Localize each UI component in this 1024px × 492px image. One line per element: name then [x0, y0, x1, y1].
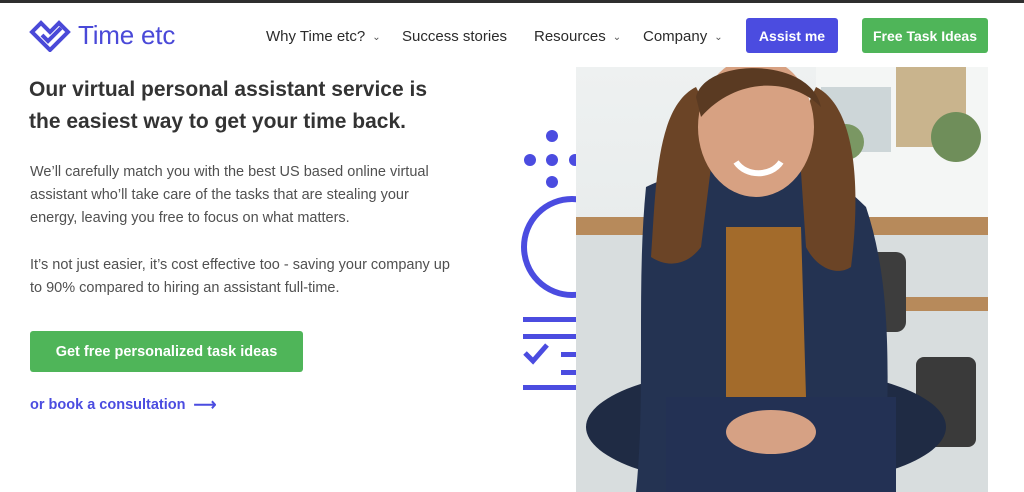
assist-me-button[interactable]: Assist me	[746, 18, 838, 53]
logo-link[interactable]: Time etc	[28, 17, 175, 53]
site-header: Time etc Why Time etc? ⌄ Success stories…	[0, 3, 1024, 67]
nav-company-label: Company	[643, 27, 708, 45]
nav-resources-label: Resources	[534, 27, 606, 45]
hero-headline: Our virtual personal assistant service i…	[29, 78, 428, 133]
hero-paragraph-1: We’ll carefully match you with the best …	[30, 164, 429, 226]
nav-resources[interactable]: Resources ⌄	[534, 25, 621, 47]
hero-paragraph-2: It’s not just easier, it’s cost effectiv…	[30, 257, 450, 296]
brand-name: Time etc	[78, 19, 176, 50]
heart-check-logo-icon	[29, 20, 71, 52]
nav-success-label: Success stories	[402, 27, 508, 45]
nav-why-label: Why Time etc?	[266, 27, 366, 45]
nav-company[interactable]: Company ⌄	[643, 25, 723, 47]
free-task-ideas-button[interactable]: Free Task Ideas	[862, 18, 988, 53]
nav-success-stories[interactable]: Success stories	[402, 25, 507, 47]
book-consultation-link[interactable]: or book a consultation ⟶	[30, 395, 216, 415]
chevron-down-icon: ⌄	[714, 31, 723, 43]
nav-why-time-etc[interactable]: Why Time etc? ⌄	[266, 25, 381, 47]
get-task-ideas-button[interactable]: Get free personalized task ideas	[30, 331, 303, 372]
chevron-down-icon: ⌄	[612, 31, 622, 43]
arrow-right-icon: ⟶	[193, 397, 217, 414]
book-consultation-label: or book a consultation	[30, 397, 186, 413]
chevron-down-icon: ⌄	[372, 31, 381, 43]
smiling-woman-office-photo	[576, 67, 988, 492]
